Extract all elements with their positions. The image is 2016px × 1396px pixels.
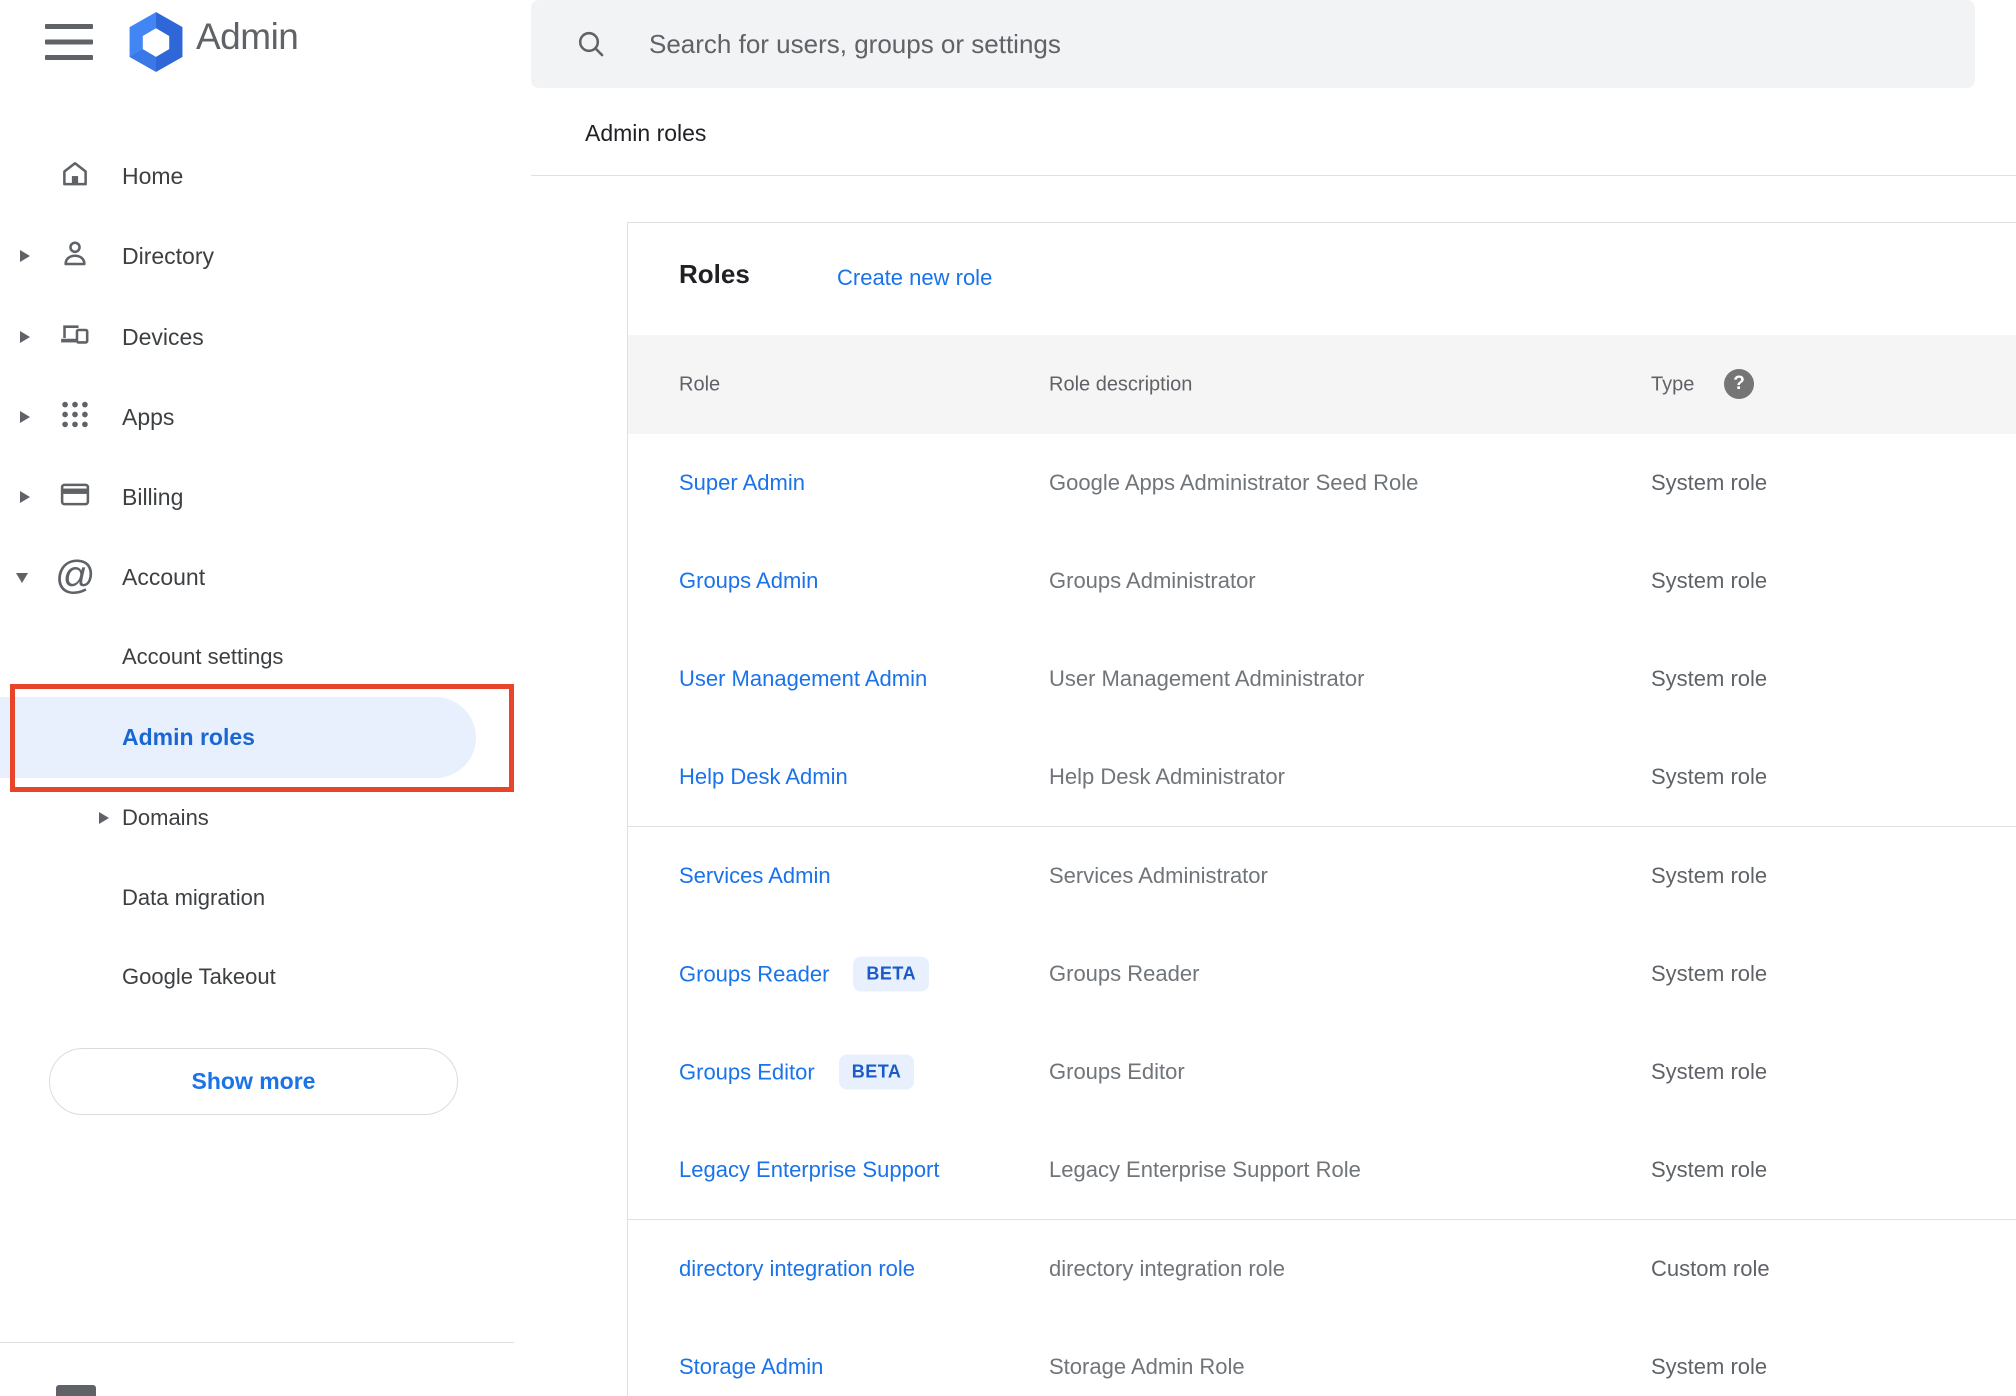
role-type: System role bbox=[1651, 1354, 1768, 1379]
role-link[interactable]: Groups Editor bbox=[679, 1059, 815, 1085]
chevron-right-icon[interactable] bbox=[20, 250, 30, 262]
apps-grid-icon bbox=[58, 398, 92, 437]
role-description: Google Apps Administrator Seed Role bbox=[1049, 470, 1419, 495]
role-description: directory integration role bbox=[1049, 1256, 1286, 1281]
sidebar-item-label: Domains bbox=[122, 805, 209, 830]
sidebar-item-google-takeout[interactable]: Google Takeout bbox=[0, 937, 514, 1017]
table-row: Services Admin Services Administrator Sy… bbox=[628, 827, 2016, 926]
role-link[interactable]: Help Desk Admin bbox=[679, 764, 848, 790]
devices-icon bbox=[58, 318, 92, 357]
table-header-row: Role Role description Type bbox=[628, 335, 2016, 434]
admin-console-screen: Admin Admin roles Home Directory bbox=[0, 0, 2016, 1396]
sidebar-item-label: Apps bbox=[122, 403, 175, 430]
column-header-type: Type bbox=[1651, 373, 1695, 395]
sidebar-item-label: Google Takeout bbox=[122, 964, 276, 989]
chevron-right-icon[interactable] bbox=[99, 812, 109, 824]
sidebar-item-account-settings[interactable]: Account settings bbox=[0, 617, 514, 697]
role-link[interactable]: Super Admin bbox=[679, 470, 805, 496]
sidebar-item-label: Billing bbox=[122, 483, 184, 510]
search-bar[interactable] bbox=[531, 0, 1975, 88]
search-input[interactable] bbox=[647, 27, 1975, 61]
sidebar-item-domains[interactable]: Domains bbox=[0, 778, 514, 858]
header-divider bbox=[531, 175, 2016, 176]
hamburger-menu-button[interactable] bbox=[45, 24, 94, 61]
role-type: System role bbox=[1651, 470, 1768, 495]
sidebar-item-data-migration[interactable]: Data migration bbox=[0, 858, 514, 938]
role-type: System role bbox=[1651, 1157, 1768, 1182]
cut-off-bottom-icon bbox=[56, 1385, 96, 1396]
role-link[interactable]: Storage Admin bbox=[679, 1354, 823, 1380]
beta-badge: BETA bbox=[838, 1054, 915, 1090]
sidebar-item-directory[interactable]: Directory bbox=[0, 216, 514, 296]
table-row: Groups Reader BETA Groups Reader System … bbox=[628, 925, 2016, 1024]
sidebar-item-label: Data migration bbox=[122, 885, 266, 910]
role-link[interactable]: Groups Admin bbox=[679, 568, 818, 594]
app-title: Admin bbox=[196, 16, 299, 57]
help-icon[interactable]: ? bbox=[1724, 369, 1754, 399]
sidebar-item-label: Devices bbox=[122, 323, 204, 350]
at-sign-icon: @ bbox=[55, 553, 96, 598]
search-icon bbox=[578, 31, 604, 57]
billing-card-icon bbox=[58, 478, 92, 517]
chevron-right-icon[interactable] bbox=[20, 331, 30, 343]
role-type: System role bbox=[1651, 666, 1768, 691]
sidebar-item-label: Account settings bbox=[122, 644, 284, 669]
admin-logo-icon[interactable] bbox=[127, 11, 185, 78]
role-type: System role bbox=[1651, 764, 1768, 789]
create-new-role-link[interactable]: Create new role bbox=[837, 265, 992, 291]
table-row: Groups Editor BETA Groups Editor System … bbox=[628, 1023, 2016, 1122]
table-row: Help Desk Admin Help Desk Administrator … bbox=[628, 728, 2016, 827]
table-row: Legacy Enterprise Support Legacy Enterpr… bbox=[628, 1121, 2016, 1220]
table-row: directory integration role directory int… bbox=[628, 1220, 2016, 1319]
beta-badge: BETA bbox=[853, 956, 930, 992]
role-description: Storage Admin Role bbox=[1049, 1354, 1245, 1379]
sidebar-item-account[interactable]: @ Account bbox=[0, 537, 514, 617]
role-description: Help Desk Administrator bbox=[1049, 764, 1285, 789]
role-link[interactable]: Services Admin bbox=[679, 863, 831, 889]
sidebar-item-label: Account bbox=[122, 563, 206, 590]
role-link[interactable]: Legacy Enterprise Support bbox=[679, 1157, 940, 1183]
home-icon bbox=[58, 157, 92, 196]
table-row: Groups Admin Groups Administrator System… bbox=[628, 532, 2016, 631]
role-description: Groups Reader bbox=[1049, 961, 1200, 986]
show-more-button[interactable]: Show more bbox=[49, 1048, 458, 1115]
role-type: Custom role bbox=[1651, 1256, 1770, 1281]
role-description: Groups Editor bbox=[1049, 1059, 1185, 1084]
card-title: Roles bbox=[679, 259, 750, 289]
sidebar-item-admin-roles[interactable]: Admin roles bbox=[0, 697, 514, 777]
role-type: System role bbox=[1651, 863, 1768, 888]
sidebar-item-home[interactable]: Home bbox=[0, 136, 514, 216]
role-link[interactable]: User Management Admin bbox=[679, 666, 927, 692]
table-row: Super Admin Google Apps Administrator Se… bbox=[628, 434, 2016, 533]
role-description: Services Administrator bbox=[1049, 863, 1268, 888]
sidebar-item-devices[interactable]: Devices bbox=[0, 297, 514, 377]
breadcrumb: Admin roles bbox=[585, 120, 707, 146]
role-link[interactable]: directory integration role bbox=[679, 1256, 915, 1282]
roles-card: Roles Create new role Role Role descript… bbox=[627, 222, 2016, 1396]
column-header-description: Role description bbox=[1049, 373, 1193, 395]
sidebar-item-label: Admin roles bbox=[122, 723, 255, 750]
role-link[interactable]: Groups Reader bbox=[679, 961, 829, 987]
role-description: User Management Administrator bbox=[1049, 666, 1365, 691]
sidebar-item-apps[interactable]: Apps bbox=[0, 377, 514, 457]
chevron-right-icon[interactable] bbox=[20, 411, 30, 423]
chevron-right-icon[interactable] bbox=[20, 491, 30, 503]
role-description: Legacy Enterprise Support Role bbox=[1049, 1157, 1361, 1182]
table-row: Storage Admin Storage Admin Role System … bbox=[628, 1318, 2016, 1396]
role-description: Groups Administrator bbox=[1049, 568, 1256, 593]
hamburger-icon bbox=[45, 24, 94, 64]
sidebar-bottom-divider bbox=[0, 1342, 514, 1343]
role-type: System role bbox=[1651, 961, 1768, 986]
sidebar-item-label: Home bbox=[122, 162, 184, 189]
role-type: System role bbox=[1651, 1059, 1768, 1084]
role-type: System role bbox=[1651, 568, 1768, 593]
sidebar-item-billing[interactable]: Billing bbox=[0, 457, 514, 537]
chevron-down-icon[interactable] bbox=[16, 573, 28, 583]
table-row: User Management Admin User Management Ad… bbox=[628, 630, 2016, 729]
person-icon bbox=[58, 237, 92, 276]
column-header-role: Role bbox=[679, 373, 721, 395]
sidebar-item-label: Directory bbox=[122, 242, 215, 269]
